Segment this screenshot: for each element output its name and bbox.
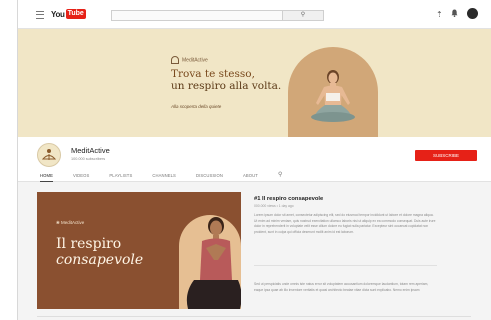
tab-playlists[interactable]: PLAYLISTS xyxy=(109,170,132,181)
tab-channels[interactable]: CHANNELS xyxy=(152,170,176,181)
search-icon: ⚲ xyxy=(300,12,306,18)
banner-headline: Trova te stesso, un respiro alla volta. xyxy=(171,68,281,92)
subscriber-count: 100.000 subscribers xyxy=(71,157,106,161)
menu-icon[interactable] xyxy=(36,11,44,19)
top-bar: You Tube ⚲ ⇡ xyxy=(18,0,491,29)
featured-video-description: Lorem ipsum dolor sit amet, consectetur … xyxy=(254,213,436,235)
channel-name: MeditActive xyxy=(71,146,110,155)
browser-page: You Tube ⚲ ⇡ MeditActive Trova te stesso… xyxy=(17,0,491,320)
lotus-icon xyxy=(171,56,179,64)
banner-tagline: Alla scoperta della quiete xyxy=(171,104,222,109)
featured-video-description-more: Sed ut perspiciatis unde omnis iste natu… xyxy=(254,282,429,292)
channel-banner: MeditActive Trova te stesso, un respiro … xyxy=(18,29,491,137)
featured-video-meta: 000.000 views • 1 day ago xyxy=(254,204,294,208)
channel-search-icon[interactable]: ⚲ xyxy=(278,170,282,181)
banner-headline-line2: un respiro alla volta. xyxy=(171,80,282,92)
banner-brand: MeditActive xyxy=(171,56,208,64)
tab-home[interactable]: HOME xyxy=(40,170,53,182)
youtube-logo[interactable]: You Tube xyxy=(51,9,86,19)
thumbnail-brand-text: MeditActive xyxy=(61,220,85,225)
thumbnail-title: Il respiro consapevole xyxy=(56,236,143,268)
section-divider xyxy=(37,316,471,317)
subscribe-button[interactable]: SUBSCRIBE xyxy=(415,150,477,161)
logo-tube-text: Tube xyxy=(65,9,86,19)
bell-icon[interactable] xyxy=(451,9,458,20)
channel-header: MeditActive 100.000 subscribers SUBSCRIB… xyxy=(18,137,491,182)
banner-brand-text: MeditActive xyxy=(182,57,208,64)
thumbnail-title-line2: consapevole xyxy=(56,252,144,268)
upload-icon[interactable]: ⇡ xyxy=(436,10,443,19)
tab-videos[interactable]: VIDEOS xyxy=(73,170,89,181)
channel-avatar[interactable] xyxy=(37,143,61,167)
description-divider xyxy=(254,265,437,266)
lotus-logo-icon xyxy=(41,149,57,160)
tab-about[interactable]: ABOUT xyxy=(243,170,258,181)
meditating-man-image xyxy=(186,217,241,309)
tab-discussion[interactable]: DISCUSSION xyxy=(196,170,223,181)
channel-tabs: HOME VIDEOS PLAYLISTS CHANNELS DISCUSSIO… xyxy=(40,170,282,182)
banner-headline-line1: Trova te stesso, xyxy=(171,68,255,80)
account-avatar[interactable] xyxy=(467,8,478,19)
search-button[interactable]: ⚲ xyxy=(282,10,324,21)
featured-video-thumbnail[interactable]: ❀ MeditActive Il respiro consapevole xyxy=(37,192,241,309)
featured-video-title[interactable]: #1 Il respiro consapevole xyxy=(254,196,323,202)
thumbnail-title-line1: Il respiro xyxy=(56,236,122,252)
meditating-woman-image xyxy=(311,70,355,122)
logo-you-text: You xyxy=(51,9,65,19)
thumbnail-brand: ❀ MeditActive xyxy=(56,220,84,226)
